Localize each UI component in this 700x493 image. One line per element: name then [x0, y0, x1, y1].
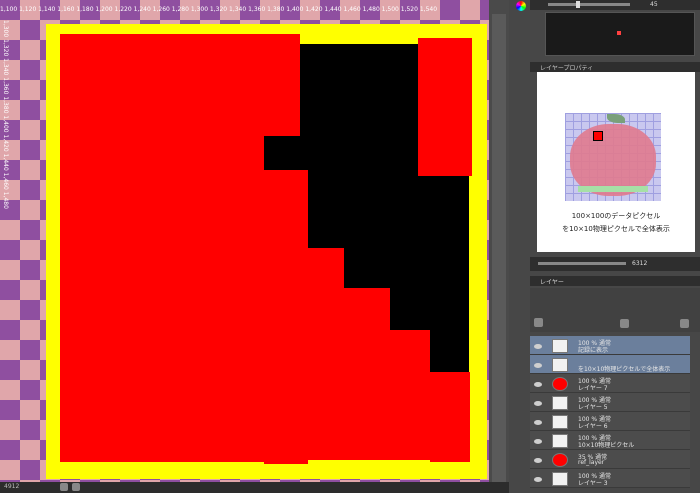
layer-name: レイヤー 6 [578, 423, 608, 430]
layer-thumbnail [552, 339, 568, 353]
visibility-eye-icon[interactable] [534, 420, 542, 425]
flip-icon[interactable] [72, 483, 80, 491]
preview-caption-line1: 100×100のデータピクセル [571, 212, 661, 220]
left-ruler-labels: 1,300 1,320 1,340 1,360 1,380 1,400 1,42… [2, 20, 9, 209]
checker-tile [20, 140, 40, 160]
zoom-readout: 4912 [4, 483, 20, 490]
layer-row[interactable]: 35 % 通常 ref_layer [530, 450, 690, 469]
checker-tile [20, 20, 40, 40]
red-pixel-block [390, 330, 430, 460]
layer-thumbnail [552, 358, 568, 372]
checker-tile [20, 300, 40, 320]
rotation-slider[interactable] [538, 262, 626, 265]
scrollbar-thumb[interactable] [492, 14, 506, 484]
navigator-bottom-value: 6312 [632, 260, 648, 267]
left-ruler: 1,300 1,320 1,340 1,360 1,380 1,400 1,42… [2, 20, 12, 480]
apple-leaf [607, 114, 625, 123]
red-pixel-block [344, 288, 390, 460]
apple-bottom-band [578, 186, 648, 192]
rotate-icon[interactable] [60, 483, 68, 491]
layer-row[interactable]: 100 % 通常 レイヤー 3 [530, 469, 690, 488]
red-pixel-block [60, 34, 264, 462]
red-pixel-block [430, 372, 470, 462]
layer-name: レイヤー 7 [578, 385, 608, 392]
tab-layer-property[interactable]: レイヤープロパティ [540, 63, 593, 72]
layer-row[interactable]: を10×10物理ピクセルで全体表示 [530, 355, 690, 374]
layer-thumbnail [552, 453, 568, 467]
delete-layer-icon[interactable] [680, 319, 689, 328]
layer-thumbnail [552, 434, 568, 448]
checker-tile [20, 380, 40, 400]
red-pixel-block [264, 34, 300, 136]
new-layer-icon[interactable] [534, 318, 543, 327]
red-pixel-block [418, 38, 472, 176]
checker-tile [20, 400, 40, 420]
zoom-value: 45 [650, 1, 658, 8]
checker-tile [20, 320, 40, 340]
layer-name: を10×10物理ピクセルで全体表示 [578, 366, 671, 373]
checker-tile [20, 180, 40, 200]
layer-name: ref_layer [578, 459, 605, 466]
visibility-eye-icon[interactable] [534, 382, 542, 387]
checker-tile [20, 340, 40, 360]
layer-thumbnail [552, 472, 568, 486]
visibility-eye-icon[interactable] [534, 477, 542, 482]
red-pixel-block [308, 248, 344, 460]
checker-tile [20, 200, 40, 220]
checker-tile [20, 440, 40, 460]
checker-tile [20, 260, 40, 280]
checker-tile [20, 240, 40, 260]
checker-tile [20, 360, 40, 380]
layer-name: レイヤー 5 [578, 404, 608, 411]
layer-panel-title: レイヤー [540, 279, 564, 286]
visibility-eye-icon[interactable] [534, 458, 542, 463]
apple-marker [593, 131, 603, 141]
layer-toolbar [530, 288, 700, 332]
minimap-marker [617, 31, 621, 35]
red-pixel-block [264, 170, 308, 464]
top-ruler-labels: 1,100 1,120 1,140 1,160 1,180 1,200 1,22… [0, 6, 438, 13]
layer-name: 10×10物理ピクセル [578, 442, 635, 449]
layer-row[interactable]: 100 % 通常 記録に表示 [530, 336, 690, 355]
layer-row[interactable]: 100 % 通常 10×10物理ピクセル [530, 431, 690, 450]
checker-tile [20, 280, 40, 300]
visibility-eye-icon[interactable] [534, 401, 542, 406]
lock-icon[interactable] [620, 319, 629, 328]
layer-thumbnail [552, 396, 568, 410]
checker-tile [20, 420, 40, 440]
layer-name: 記録に表示 [578, 347, 609, 354]
visibility-eye-icon[interactable] [534, 363, 542, 368]
layer-name: レイヤー 3 [578, 480, 608, 487]
preview-caption-line2: を10×10物理ピクセルで全体表示 [562, 225, 670, 233]
checker-tile [20, 160, 40, 180]
layer-thumbnail [552, 415, 568, 429]
layer-thumbnail [552, 377, 568, 391]
visibility-eye-icon[interactable] [534, 439, 542, 444]
checker-tile [20, 60, 40, 80]
canvas-status-bar: 4912 [0, 482, 509, 493]
layer-row[interactable]: 100 % 通常 レイヤー 6 [530, 412, 690, 431]
color-wheel-icon[interactable] [516, 1, 526, 11]
zoom-slider-handle[interactable] [576, 1, 580, 8]
checker-tile [20, 80, 40, 100]
visibility-eye-icon[interactable] [534, 344, 542, 349]
layer-row[interactable]: 100 % 通常 レイヤー 5 [530, 393, 690, 412]
zoom-slider[interactable] [548, 3, 630, 6]
checker-tile [20, 220, 40, 240]
checker-tile [20, 460, 40, 480]
checker-tile [20, 40, 40, 60]
top-ruler: 1,100 1,120 1,140 1,160 1,180 1,200 1,22… [0, 6, 509, 16]
layer-row[interactable]: 100 % 通常 レイヤー 7 [530, 374, 690, 393]
checker-tile [20, 100, 40, 120]
checker-tile [20, 120, 40, 140]
